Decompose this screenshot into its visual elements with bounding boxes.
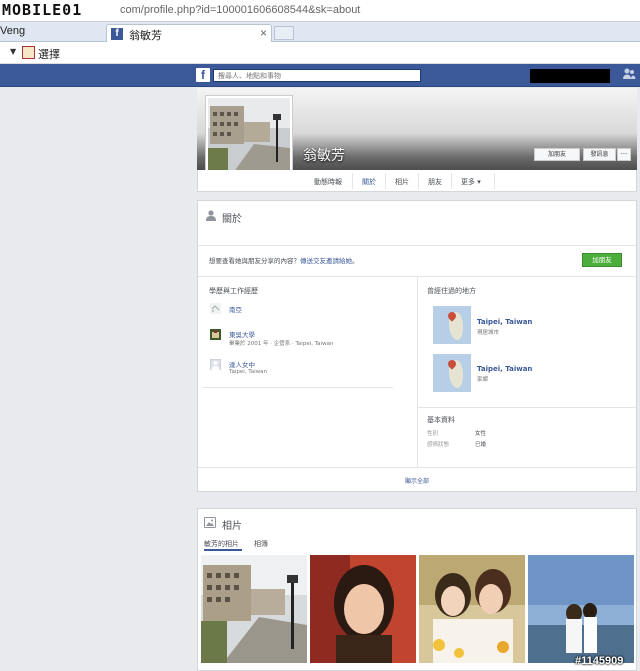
add-friend-button[interactable]: 加朋友 — [534, 148, 580, 161]
friend-request-note: 想要查看她與朋友分享的內容？傳送交友邀請給她。 — [209, 255, 359, 265]
url-text[interactable]: com/profile.php?id=100001606608544&sk=ab… — [120, 4, 360, 16]
active-tab-indicator — [204, 549, 242, 551]
profile-picture-image — [208, 98, 290, 180]
basic-value: 女性 — [475, 431, 487, 437]
more-options-button[interactable]: ··· — [617, 148, 631, 161]
add-friend-green-button[interactable]: 加朋友 — [582, 253, 622, 267]
tab-about[interactable]: 關於 — [362, 177, 376, 187]
edu-name[interactable]: 達人女中 — [229, 359, 255, 369]
search-input[interactable]: 搜尋人、地點和事物 ⌕ — [213, 69, 421, 82]
divider — [198, 245, 636, 246]
tab-timeline[interactable]: 動態時報 — [314, 177, 342, 187]
tab-strip: Veng f 翁敏芳 × — [0, 22, 640, 42]
divider — [203, 387, 393, 388]
about-title: 關於 — [222, 214, 242, 225]
search-icon[interactable]: ⌕ — [218, 70, 417, 80]
watermark: #1145909 — [575, 655, 624, 667]
address-bar[interactable]: MOBILE01 com/profile.php?id=100001606608… — [0, 0, 640, 22]
school-logo-icon — [210, 329, 221, 340]
facebook-top-bar: f 搜尋人、地點和事物 ⌕ — [0, 64, 640, 87]
add-friend-label: 加朋友 — [547, 151, 566, 158]
friend-requests-icon[interactable] — [622, 67, 636, 81]
profile-name[interactable]: 翁敏芳 — [303, 145, 345, 165]
place-name[interactable]: Taipei, Taiwan — [477, 365, 532, 373]
message-button[interactable]: 發訊息 — [583, 148, 616, 161]
edu-detail: Taipei, Taiwan — [229, 369, 267, 375]
bookmark-label[interactable]: 選擇 — [38, 46, 60, 62]
divider — [198, 467, 636, 468]
tab-previous[interactable]: Veng — [0, 25, 25, 37]
note-suffix: 。 — [352, 257, 359, 265]
basic-label: 感情狀態 — [427, 442, 450, 448]
company-icon — [210, 303, 221, 314]
dropdown-arrow-icon[interactable]: ▼ — [10, 47, 16, 56]
photo-thumbnail[interactable] — [201, 555, 307, 663]
photos-icon — [204, 517, 216, 528]
place-type: 現居城市 — [477, 330, 500, 336]
photo-thumbnail[interactable] — [419, 555, 525, 663]
tab-own-photos[interactable]: 敏芳的相片 — [204, 539, 239, 549]
places-title: 曾經住過的地方 — [427, 287, 476, 295]
place-type: 家鄉 — [477, 377, 489, 383]
left-sidebar-empty — [0, 87, 188, 671]
note-prefix: 想要查看她與朋友分享的內容？ — [209, 257, 300, 265]
bookmarks-bar: ▼ 選擇 — [0, 42, 640, 64]
tab-close-icon[interactable]: × — [260, 26, 267, 40]
school-placeholder-icon — [209, 358, 222, 371]
profile-tabs: 動態時報 關於 相片 朋友 更多 ▾ — [197, 170, 637, 192]
edu-name[interactable]: 東吳大學 — [229, 329, 255, 339]
education-title: 學歷與工作經歷 — [209, 287, 258, 295]
person-icon — [206, 210, 216, 221]
tab-more[interactable]: 更多 ▾ — [461, 177, 481, 187]
edu-name[interactable]: 南亞 — [229, 304, 242, 314]
basic-value: 已婚 — [475, 442, 487, 448]
divider — [418, 407, 636, 408]
photos-card: 相片 敏芳的相片 相簿 — [197, 508, 637, 671]
facebook-logo-icon[interactable]: f — [196, 68, 210, 82]
send-friend-request-link[interactable]: 傳送交友邀請給她 — [300, 257, 352, 265]
add-friend-green-label: 加朋友 — [592, 256, 612, 264]
tab-friends[interactable]: 朋友 — [428, 177, 442, 187]
calendar-icon — [22, 46, 35, 59]
photos-title: 相片 — [222, 521, 242, 532]
redacted-area — [530, 69, 610, 83]
show-all-link[interactable]: 顯示全部 — [198, 476, 636, 485]
mobile01-logo: MOBILE01 — [2, 1, 83, 19]
facebook-favicon-icon: f — [111, 28, 123, 40]
photo-thumbnail[interactable] — [310, 555, 416, 663]
column-divider — [417, 277, 418, 467]
new-tab-button[interactable] — [274, 26, 294, 40]
tab-title: 翁敏芳 — [129, 30, 162, 42]
tab-active[interactable]: f 翁敏芳 × — [106, 24, 272, 42]
map-thumbnail[interactable] — [433, 354, 471, 392]
map-thumbnail[interactable] — [433, 306, 471, 344]
edu-detail: 畢業於 2001 年 · 企管系 · Taipei, Taiwan — [229, 341, 334, 347]
basic-label: 性別 — [427, 431, 439, 437]
about-card: 關於 想要查看她與朋友分享的內容？傳送交友邀請給她。 加朋友 學歷與工作經歷 南… — [197, 200, 637, 492]
place-name[interactable]: Taipei, Taiwan — [477, 318, 532, 326]
photo-thumbnail[interactable] — [528, 555, 634, 663]
tab-albums[interactable]: 相簿 — [254, 539, 268, 549]
tab-photos[interactable]: 相片 — [395, 177, 409, 187]
basic-info-title: 基本資料 — [427, 416, 455, 424]
message-label: 發訊息 — [590, 151, 609, 158]
